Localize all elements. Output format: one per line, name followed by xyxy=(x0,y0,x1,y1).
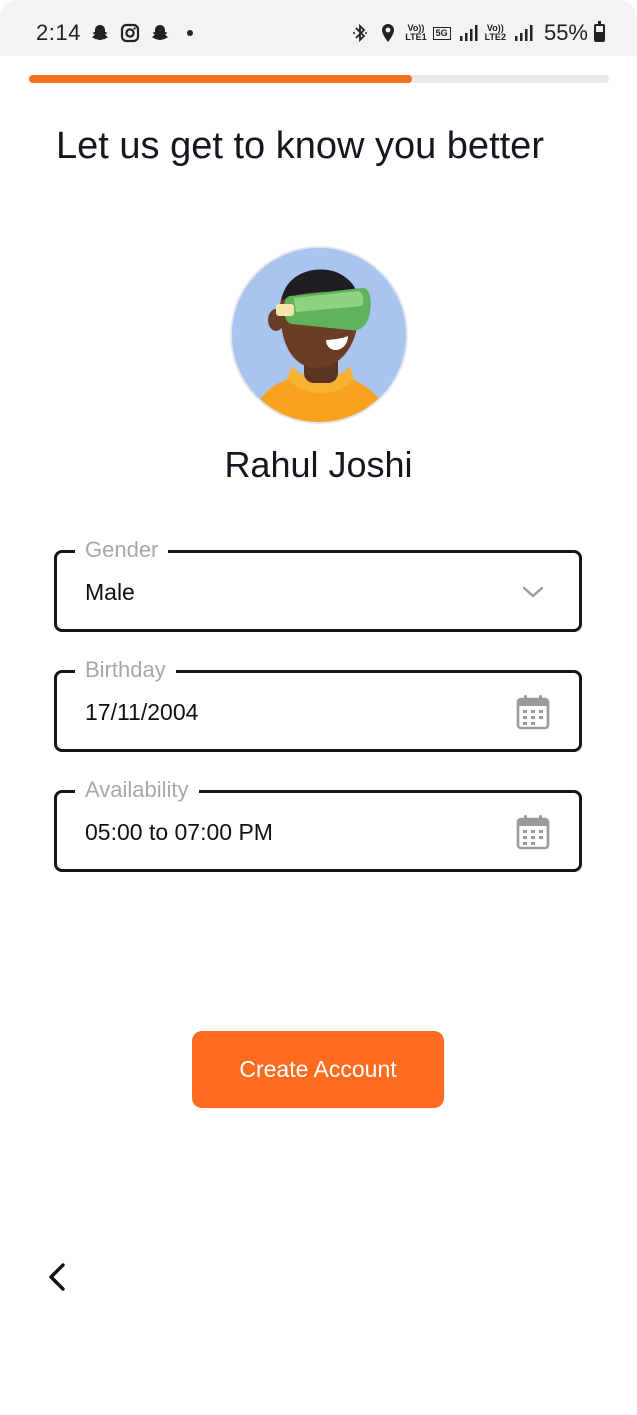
back-button[interactable] xyxy=(40,1260,74,1294)
chevron-left-icon xyxy=(49,1263,65,1291)
availability-label: Availability xyxy=(75,777,199,803)
progress-fill xyxy=(29,75,412,83)
status-time: 2:14 xyxy=(36,20,81,45)
battery-icon xyxy=(594,21,605,42)
gender-select[interactable]: Gender Male xyxy=(54,537,582,632)
bluetooth-icon xyxy=(349,22,371,44)
avatar[interactable] xyxy=(232,248,406,422)
gender-value: Male xyxy=(85,579,135,605)
battery-level xyxy=(596,32,603,40)
5g-badge: 5G xyxy=(432,26,451,40)
availability-value: 05:00 to 07:00 PM xyxy=(85,819,273,845)
gender-label: Gender xyxy=(75,537,169,563)
calendar-icon[interactable] xyxy=(515,813,551,851)
page-title: Let us get to know you better xyxy=(56,125,544,167)
status-bar: 2:14 Vo)) LTE1 5G Vo)) LTE2 55% xyxy=(0,0,637,56)
snapchat-icon xyxy=(89,22,111,44)
status-bar-left: 2:14 xyxy=(36,20,193,46)
birthday-value: 17/11/2004 xyxy=(85,699,199,725)
availability-field[interactable]: Availability 05:00 to 07:00 PM xyxy=(54,777,582,872)
snapchat-icon xyxy=(149,22,171,44)
lte1-badge: Vo)) LTE1 xyxy=(405,23,427,42)
chevron-down-icon[interactable] xyxy=(515,573,551,611)
signal-icon xyxy=(512,22,534,44)
location-icon xyxy=(377,22,399,44)
onboarding-progress-bar xyxy=(29,75,609,83)
user-name: Rahul Joshi xyxy=(224,444,413,485)
notification-dot-icon xyxy=(186,30,193,36)
lte2-badge: Vo)) LTE2 xyxy=(484,23,506,42)
avatar-illustration xyxy=(232,248,406,422)
signal-icon xyxy=(457,22,479,44)
battery-percent: 55% xyxy=(543,20,588,45)
birthday-field[interactable]: Birthday 17/11/2004 xyxy=(54,657,582,752)
instagram-icon xyxy=(119,22,141,44)
status-bar-right: Vo)) LTE1 5G Vo)) LTE2 55% xyxy=(349,20,605,46)
birthday-label: Birthday xyxy=(75,657,176,683)
create-account-button[interactable]: Create Account xyxy=(192,1031,444,1108)
calendar-icon[interactable] xyxy=(515,693,551,731)
